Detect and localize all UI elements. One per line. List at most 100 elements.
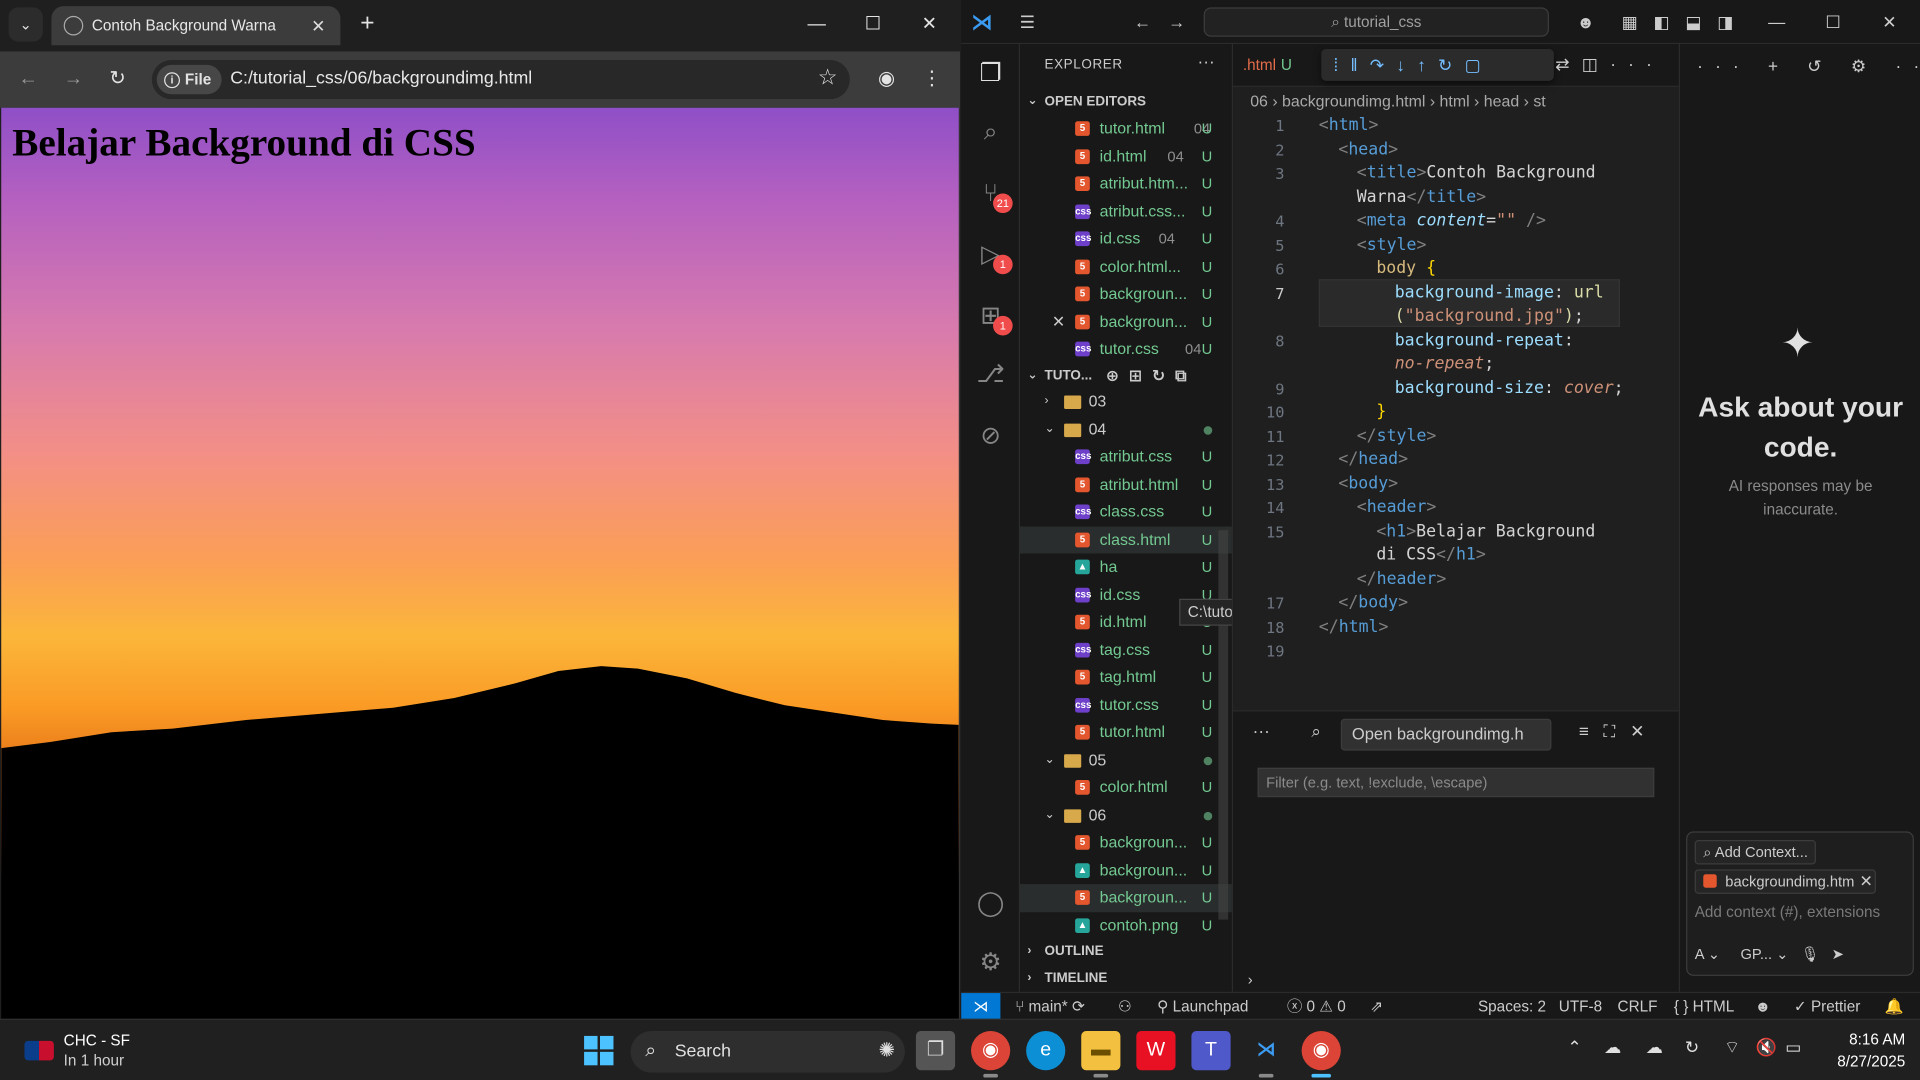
remote-explorer-icon[interactable]: ⊘ bbox=[973, 419, 1007, 453]
tree-file[interactable]: 5 backgroun... U bbox=[1020, 829, 1232, 857]
accounts-icon[interactable]: ◯ bbox=[973, 887, 1007, 921]
outline-header[interactable]: › OUTLINE bbox=[1020, 938, 1232, 965]
tree-file[interactable]: css class.css U bbox=[1020, 498, 1232, 526]
branch-status[interactable]: ⑂ main* ⟳ bbox=[1015, 993, 1085, 1020]
tree-folder[interactable]: ⌄ 04 bbox=[1020, 416, 1232, 444]
launchpad-status[interactable]: ⚲ Launchpad bbox=[1157, 993, 1248, 1020]
command-center[interactable]: ⌕ tutorial_css bbox=[1203, 7, 1549, 37]
tree-folder[interactable]: › 03 bbox=[1020, 388, 1232, 416]
add-context-button[interactable]: ⌕ Add Context... bbox=[1694, 840, 1817, 865]
tree-file[interactable]: ▲ backgroun... U bbox=[1020, 857, 1232, 885]
open-editor-item[interactable]: 5 tutor.html 04 U bbox=[1020, 115, 1232, 143]
timeline-header[interactable]: › TIMELINE bbox=[1020, 965, 1232, 992]
extensions-icon[interactable]: ⊞ 1 bbox=[973, 299, 1013, 336]
wifi-icon[interactable]: ⌔ bbox=[1724, 1037, 1740, 1059]
close-editor-icon[interactable]: ✕ bbox=[1052, 308, 1065, 335]
chrome-taskbar-icon[interactable]: ◉ bbox=[971, 1031, 1011, 1078]
open-editor-item[interactable]: 5 backgroun... U bbox=[1020, 280, 1232, 308]
open-editor-item[interactable]: 5 id.html 04 U bbox=[1020, 143, 1232, 171]
new-tab-button[interactable]: + bbox=[353, 10, 382, 39]
live-share-icon[interactable]: ⇗ bbox=[1370, 993, 1383, 1020]
taskbar-search[interactable]: ⌕ Search ✺ bbox=[630, 1031, 905, 1073]
tree-file[interactable]: css tutor.css U bbox=[1020, 691, 1232, 719]
panel-more-icon[interactable]: ··· bbox=[1253, 721, 1270, 741]
send-icon[interactable]: ➤ bbox=[1832, 945, 1844, 962]
language-status[interactable]: { } HTML bbox=[1674, 993, 1734, 1020]
workspace-header[interactable]: ⌄ TUTO... ⊕⊞↻⧉ bbox=[1020, 362, 1232, 389]
breadcrumb[interactable]: 06 › backgroundimg.html › html › head › … bbox=[1233, 88, 1679, 115]
open-editor-item[interactable]: 5 color.html... U bbox=[1020, 253, 1232, 281]
nav-forward-icon[interactable]: → bbox=[1164, 10, 1188, 34]
explorer-icon[interactable]: ❐ bbox=[973, 56, 1007, 90]
wps-office-icon[interactable]: W bbox=[1136, 1031, 1176, 1071]
address-bar[interactable]: i File C:/tutorial_css/06/backgroundimg.… bbox=[151, 60, 850, 100]
open-editor-item[interactable]: 5 atribut.htm... U bbox=[1020, 170, 1232, 198]
tab-search-button[interactable]: ⌄ bbox=[8, 7, 43, 42]
context-file-chip[interactable]: backgroundimg.htm bbox=[1694, 869, 1876, 894]
editor-tab[interactable]: .html U bbox=[1233, 44, 1302, 87]
tree-file[interactable]: 5 color.html U bbox=[1020, 774, 1232, 802]
onedrive-icon[interactable]: ☁ bbox=[1604, 1037, 1621, 1058]
file-explorer-icon[interactable]: ▬ bbox=[1081, 1031, 1121, 1078]
minimize-button[interactable]: — bbox=[798, 10, 835, 39]
copilot-icon[interactable]: ☻ bbox=[1755, 993, 1771, 1020]
debug-toolbar[interactable]: ⁞‖↷↓↑↻▢ bbox=[1321, 48, 1554, 81]
source-control-icon[interactable]: ⑂ 21 bbox=[973, 176, 1013, 214]
chat-model-select[interactable]: GP... bbox=[1740, 945, 1772, 962]
open-editors-header[interactable]: ⌄ OPEN EDITORS bbox=[1020, 88, 1232, 115]
panel-actions[interactable]: ≡⛶✕ bbox=[1579, 721, 1659, 742]
panel-footer-chevron[interactable]: › bbox=[1233, 967, 1679, 992]
indentation-status[interactable]: Spaces: 2 bbox=[1478, 993, 1546, 1020]
url-text[interactable]: C:/tutorial_css/06/backgroundimg.html bbox=[230, 69, 532, 89]
remote-indicator-icon[interactable]: ⋊ bbox=[961, 993, 1001, 1021]
explorer-more-icon[interactable]: ··· bbox=[1198, 51, 1215, 71]
teams-icon[interactable]: T bbox=[1191, 1031, 1231, 1071]
maximize-button[interactable]: ☐ bbox=[855, 10, 892, 39]
cloud-sync-icon[interactable]: ☁ bbox=[1646, 1037, 1663, 1058]
prettier-status[interactable]: ✓ Prettier bbox=[1794, 993, 1860, 1020]
eol-status[interactable]: CRLF bbox=[1618, 993, 1658, 1020]
open-editor-item[interactable]: css atribut.css... U bbox=[1020, 198, 1232, 226]
profile-icon[interactable]: ◉ bbox=[872, 65, 901, 94]
hamburger-menu-icon[interactable]: ☰ bbox=[1015, 10, 1039, 34]
close-window-button[interactable]: ✕ bbox=[911, 10, 948, 39]
forward-button[interactable]: → bbox=[59, 65, 88, 94]
refresh-tray-icon[interactable]: ↻ bbox=[1685, 1037, 1699, 1058]
edge-taskbar-icon[interactable]: e bbox=[1026, 1031, 1066, 1071]
copilot-status-icon[interactable]: ⚇ bbox=[1118, 993, 1132, 1020]
encoding-status[interactable]: UTF-8 bbox=[1559, 993, 1602, 1020]
toggle-panel-icon[interactable]: ⬓ bbox=[1681, 10, 1705, 34]
site-info-chip[interactable]: i File bbox=[156, 64, 222, 95]
notifications-bell-icon[interactable]: 🔔 bbox=[1884, 993, 1903, 1020]
tab-close-icon[interactable]: ✕ bbox=[306, 13, 330, 37]
task-view-icon[interactable]: ❐ bbox=[915, 1031, 956, 1071]
chat-mode-select[interactable]: A bbox=[1695, 945, 1704, 962]
run-debug-icon[interactable]: ▷ 1 bbox=[973, 238, 1013, 275]
chat-toolbar[interactable]: ··· + ↺ ⚙ ··· ⛶ ✕ bbox=[1680, 44, 1920, 88]
tree-file[interactable]: 5 atribut.html U bbox=[1020, 471, 1232, 499]
reload-button[interactable]: ↻ bbox=[103, 65, 132, 94]
tree-file[interactable]: 5 backgroun... U bbox=[1020, 884, 1232, 912]
panel-output-select[interactable]: Open backgroundimg.h bbox=[1340, 718, 1552, 751]
tree-file[interactable]: ▲ contoh.png U bbox=[1020, 912, 1232, 940]
vs-close-button[interactable]: ✕ bbox=[1877, 10, 1901, 34]
tree-file[interactable]: css tag.css U bbox=[1020, 636, 1232, 664]
remove-context-icon[interactable]: ✕ bbox=[1854, 869, 1878, 893]
speaker-muted-icon[interactable]: 🔇 bbox=[1756, 1037, 1777, 1058]
back-button[interactable]: ← bbox=[13, 65, 42, 94]
chrome-tab-active[interactable]: Contoh Background Warna ✕ bbox=[51, 6, 341, 46]
open-editor-item[interactable]: ✕ 5 backgroun... U bbox=[1020, 308, 1232, 336]
layout-icon[interactable]: ▦ bbox=[1618, 10, 1642, 34]
taskbar-clock[interactable]: 8:16 AM 8/27/2025 bbox=[1795, 1029, 1905, 1073]
git-graph-icon[interactable]: ⎇ bbox=[973, 358, 1007, 392]
editor-actions[interactable]: ⇄◫··· bbox=[1555, 54, 1664, 75]
tray-overflow-icon[interactable]: ⌃ bbox=[1567, 1037, 1581, 1058]
chrome-focused-taskbar-icon[interactable]: ◉ bbox=[1301, 1031, 1341, 1078]
panel-filter-input[interactable]: Filter (e.g. text, !exclude, \escape) bbox=[1257, 767, 1655, 798]
search-icon[interactable]: ⌕ bbox=[973, 115, 1007, 149]
microphone-icon[interactable]: 🎙 bbox=[1801, 945, 1820, 962]
vs-minimize-button[interactable]: — bbox=[1764, 10, 1788, 34]
sidebar-scrollbar[interactable] bbox=[1218, 530, 1229, 920]
toggle-sidebar-icon[interactable]: ◧ bbox=[1649, 10, 1673, 34]
kebab-menu-icon[interactable]: ⋮ bbox=[917, 65, 946, 94]
